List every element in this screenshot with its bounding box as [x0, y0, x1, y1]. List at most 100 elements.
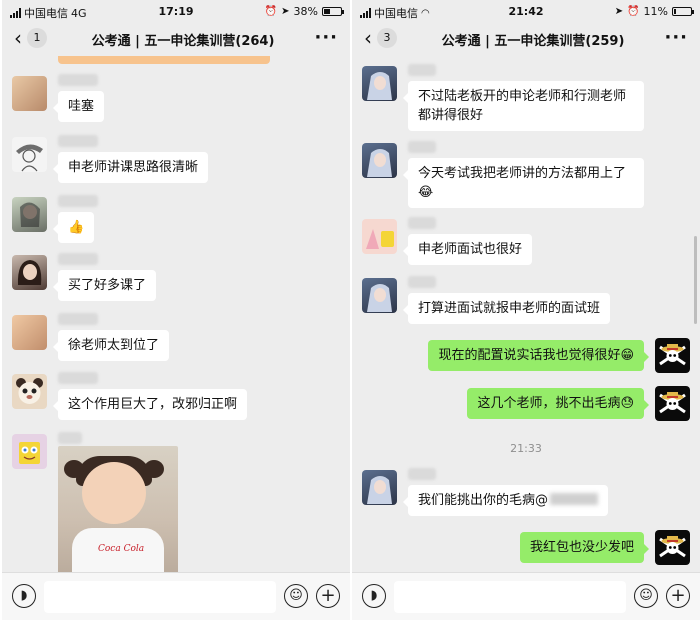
message-bubble[interactable]: 徐老师太到位了	[52, 330, 170, 361]
avatar[interactable]	[655, 386, 690, 421]
alarm-icon: ⏰	[264, 6, 278, 17]
back-button[interactable]: ‹ 1	[14, 28, 47, 48]
message-bubble[interactable]: 买了好多课了	[52, 270, 157, 301]
message-bubble[interactable]: 现在的配置说实话我也觉得很好😁	[428, 340, 649, 371]
avatar[interactable]	[12, 255, 47, 290]
avatar[interactable]	[12, 137, 47, 172]
avatar[interactable]	[655, 338, 690, 373]
blurred-nickname	[58, 74, 98, 86]
message-bubble[interactable]: 申老师面试也很好	[402, 234, 533, 265]
avatar[interactable]	[362, 66, 397, 101]
photo-shirt-logo: Coca Cola	[98, 544, 145, 554]
list-item: 今天考试我把老师讲的方法都用上了😂	[352, 141, 700, 213]
photo-face	[82, 462, 146, 524]
avatar[interactable]	[362, 278, 397, 313]
message-bubble[interactable]: 申老师讲课思路很清晰	[52, 152, 209, 183]
list-item: 买了好多课了	[2, 253, 350, 305]
blurred-nickname	[58, 135, 98, 147]
more-dots-icon[interactable]: ···	[314, 27, 338, 48]
message-bubble[interactable]: 今天考试我把老师讲的方法都用上了😂	[403, 158, 644, 208]
left-chat-screen: 中国电信 4G 17:19 ⏰ ➤ 38% ‹ 1 公考通 | 五一申论集训营(…	[2, 0, 350, 620]
voice-icon[interactable]: ◗	[12, 584, 36, 608]
blurred-nickname	[58, 432, 82, 444]
right-chat-screen: 中国电信 ◠ 21:42 ➤ ⏰ 11% ‹ 3 公考通 | 五一申论集训营(2…	[352, 0, 700, 620]
blurred-nickname	[58, 253, 98, 265]
battery-icon	[322, 7, 344, 16]
location-arrow-icon: ➤	[614, 6, 624, 17]
status-bar: 中国电信 4G 17:19 ⏰ ➤ 38%	[2, 0, 350, 24]
unread-count-badge: 1	[27, 28, 47, 48]
battery-icon	[672, 7, 694, 16]
message-input[interactable]	[44, 581, 276, 613]
battery-percent: 38%	[293, 5, 318, 18]
message-bubble[interactable]: 不过陆老板开的申论老师和行测老师都讲得很好	[403, 81, 644, 131]
list-item: Coca Cola	[2, 432, 350, 572]
chat-header: ‹ 1 公考通 | 五一申论集训营(264) ···	[2, 24, 350, 54]
cropped-message-bubble	[58, 56, 270, 64]
message-bubble[interactable]: 我们能挑出你的毛病@	[402, 485, 609, 516]
list-item: 这几个老师，挑不出毛病😓	[352, 386, 700, 426]
message-bubble[interactable]: 我红包也没少发吧	[519, 532, 650, 563]
avatar[interactable]	[362, 143, 397, 178]
avatar[interactable]	[12, 315, 47, 350]
blurred-nickname	[408, 64, 436, 76]
blurred-nickname	[58, 372, 98, 384]
image-message[interactable]: Coca Cola	[58, 446, 178, 572]
message-bubble[interactable]: 这个作用巨大了，改邪归正啊	[52, 389, 248, 420]
avatar[interactable]	[12, 197, 47, 232]
message-bubble[interactable]: 👍	[52, 212, 95, 243]
message-bubble[interactable]: 这几个老师，挑不出毛病😓	[467, 388, 649, 419]
blurred-nickname	[408, 141, 436, 153]
avatar[interactable]	[362, 470, 397, 505]
message-input[interactable]	[394, 581, 626, 613]
list-item: 我们能挑出你的毛病@	[352, 468, 700, 520]
blurred-nickname	[408, 276, 436, 288]
message-list[interactable]: 哇塞 申老师讲课思路很清晰 👍 买了好多课了 徐老师太到位了 这个作用巨大了，改…	[2, 56, 350, 572]
chat-header: ‹ 3 公考通 | 五一申论集训营(259) ···	[352, 24, 700, 54]
blurred-nickname	[58, 195, 98, 207]
chevron-left-icon: ‹	[364, 26, 372, 50]
blurred-nickname	[58, 313, 98, 325]
list-item: 申老师讲课思路很清晰	[2, 135, 350, 187]
list-item: 不过陆老板开的申论老师和行测老师都讲得很好	[352, 64, 700, 136]
list-item: 这个作用巨大了，改邪归正啊	[2, 372, 350, 424]
avatar[interactable]	[655, 530, 690, 565]
emoji-face-icon[interactable]: ☺	[284, 584, 308, 608]
status-bar: 中国电信 ◠ 21:42 ➤ ⏰ 11%	[352, 0, 700, 24]
time-separator: 21:33	[510, 442, 542, 455]
input-toolbar: ◗ ☺ +	[2, 572, 350, 620]
avatar[interactable]	[12, 76, 47, 111]
back-button[interactable]: ‹ 3	[364, 28, 397, 48]
more-dots-icon[interactable]: ···	[664, 27, 688, 48]
message-list[interactable]: 不过陆老板开的申论老师和行测老师都讲得很好 今天考试我把老师讲的方法都用上了😂 …	[352, 56, 700, 572]
list-item: 👍	[2, 195, 350, 247]
list-item: 哇塞	[2, 74, 350, 126]
blurred-mention	[550, 493, 599, 505]
location-arrow-icon: ➤	[281, 6, 290, 17]
blurred-nickname	[408, 468, 436, 480]
list-item: 现在的配置说实话我也觉得很好😁	[352, 338, 700, 378]
input-toolbar: ◗ ☺ +	[352, 572, 700, 620]
message-bubble[interactable]: 哇塞	[52, 91, 105, 122]
avatar[interactable]	[12, 374, 47, 409]
avatar[interactable]	[362, 219, 397, 254]
chat-title: 公考通 | 五一申论集训营(259)	[441, 34, 625, 49]
emoji-face-icon[interactable]: ☺	[634, 584, 658, 608]
blurred-nickname	[408, 217, 436, 229]
voice-icon[interactable]: ◗	[362, 584, 386, 608]
plus-icon[interactable]: +	[316, 584, 340, 608]
message-bubble[interactable]: 打算进面试就报申老师的面试班	[402, 293, 611, 324]
list-item: 徐老师太到位了	[2, 313, 350, 365]
chat-title: 公考通 | 五一申论集训营(264)	[91, 34, 275, 49]
plus-icon[interactable]: +	[666, 584, 690, 608]
message-text: 我们能挑出你的毛病@	[418, 493, 549, 508]
photo-hair	[64, 460, 84, 478]
battery-percent: 11%	[643, 5, 668, 18]
unread-count-badge: 3	[377, 28, 397, 48]
screenshot-collage: 中国电信 4G 17:19 ⏰ ➤ 38% ‹ 1 公考通 | 五一申论集训营(…	[0, 0, 700, 620]
list-item: 打算进面试就报申老师的面试班	[352, 276, 700, 328]
list-item: 我红包也没少发吧	[352, 530, 700, 570]
avatar[interactable]	[12, 434, 47, 469]
photo-hair	[144, 460, 164, 478]
alarm-icon: ⏰	[627, 6, 640, 17]
